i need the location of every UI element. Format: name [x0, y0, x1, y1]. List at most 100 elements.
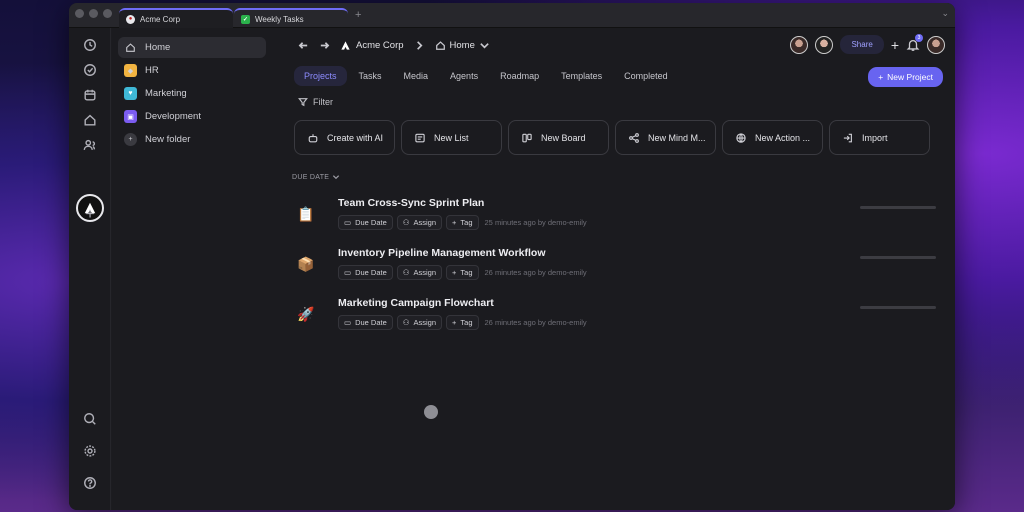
card-label: Import [862, 132, 888, 143]
plus-icon: + [452, 268, 457, 277]
due-date-chip[interactable]: ▭ Due Date [338, 215, 393, 230]
create-with-ai-card[interactable]: Create with AI [294, 120, 395, 155]
rocket-icon: 🚀 [297, 305, 315, 322]
chevron-down-icon[interactable]: ⌄ [941, 8, 949, 19]
list-item[interactable]: 📋 Team Cross-Sync Sprint Plan ▭ Due Date … [296, 196, 936, 240]
avatar[interactable] [815, 35, 834, 54]
tab-acme-corp[interactable]: ● Acme Corp [119, 8, 233, 28]
back-arrow-icon[interactable] [298, 40, 309, 51]
project-meta: 25 minutes ago by demo-emily [484, 218, 587, 227]
home-icon[interactable] [81, 111, 99, 129]
new-list-card[interactable]: New List [401, 120, 502, 155]
new-project-label: New Project [887, 72, 933, 82]
sidebar-item-hr[interactable]: ◆ HR [118, 60, 266, 81]
breadcrumb-workspace[interactable]: Acme Corp [340, 40, 404, 51]
due-date-chip[interactable]: ▭ Due Date [338, 265, 393, 280]
maximize-window-button[interactable] [103, 9, 112, 18]
sidebar-item-label: New folder [145, 134, 191, 145]
close-window-button[interactable] [75, 9, 84, 18]
search-icon[interactable] [81, 410, 99, 428]
sidebar-item-label: Marketing [145, 88, 187, 99]
group-label: DUE DATE [292, 173, 330, 181]
new-mind-map-card[interactable]: New Mind M... [615, 120, 716, 155]
project-chips: ▭ Due Date ⚇ Assign + Tag 26 minutes ago by… [338, 265, 587, 280]
app-window: ● Acme Corp ✓ Weekly Tasks + ⌄ + Home ◆ … [69, 3, 955, 510]
tag-chip[interactable]: + Tag [446, 315, 479, 330]
group-header[interactable]: DUE DATE [292, 173, 340, 181]
share-button[interactable]: Share [840, 35, 884, 54]
card-label: New Mind M... [648, 132, 706, 143]
add-button[interactable]: + [891, 37, 899, 53]
page-title: Home [449, 40, 475, 51]
list-item[interactable]: 📦 Inventory Pipeline Management Workflow… [296, 246, 936, 290]
forward-arrow-icon[interactable] [319, 40, 330, 51]
breadcrumb: Acme Corp Home [298, 40, 490, 51]
tag-chip[interactable]: + Tag [446, 215, 479, 230]
list-item[interactable]: 🚀 Marketing Campaign Flowchart ▭ Due Date… [296, 296, 936, 340]
chevron-down-icon [333, 175, 340, 180]
new-tab-button[interactable]: + [355, 9, 361, 21]
avatar[interactable] [927, 35, 945, 54]
project-title[interactable]: Marketing Campaign Flowchart [338, 297, 494, 309]
tab-tasks[interactable]: Tasks [349, 66, 392, 86]
acme-tab-icon: ● [126, 14, 135, 24]
chevron-down-icon [480, 43, 489, 49]
new-action-card[interactable]: New Action ... [722, 120, 823, 155]
calendar-icon[interactable] [81, 86, 99, 104]
home-icon [124, 41, 137, 54]
assign-chip[interactable]: ⚇ Assign [396, 215, 443, 230]
sidebar-item-marketing[interactable]: ♥ Marketing [118, 83, 266, 104]
tab-roadmap[interactable]: Roadmap [490, 66, 549, 86]
card-label: New Board [541, 132, 586, 143]
sidebar-item-development[interactable]: ▣ Development [118, 106, 266, 127]
avatar[interactable] [790, 35, 809, 54]
project-chips: ▭ Due Date ⚇ Assign + Tag 25 minutes ago by… [338, 215, 587, 230]
add-workspace-button[interactable]: + [81, 206, 99, 224]
import-card[interactable]: Import [829, 120, 930, 155]
new-board-card[interactable]: New Board [508, 120, 609, 155]
user-icon: ⚇ [402, 318, 410, 327]
globe-icon [736, 132, 746, 143]
users-icon[interactable] [81, 136, 99, 154]
import-icon [843, 133, 852, 142]
chevron-right-icon [416, 41, 423, 50]
help-icon[interactable] [81, 474, 99, 492]
mouse-cursor [424, 405, 438, 419]
clock-icon[interactable] [81, 36, 99, 54]
assign-chip[interactable]: ⚇ Assign [396, 265, 443, 280]
gear-icon[interactable] [81, 442, 99, 460]
due-date-chip[interactable]: ▭ Due Date [338, 315, 393, 330]
tab-templates[interactable]: Templates [551, 66, 612, 86]
plus-icon: + [452, 218, 457, 227]
chip-label: Assign [413, 318, 437, 327]
package-icon: 📦 [297, 255, 315, 272]
view-tabs: Projects Tasks Media Agents Roadmap Temp… [294, 66, 680, 86]
main-panel: Acme Corp Home Share + 3 Projects Tasks … [272, 28, 955, 510]
assign-chip[interactable]: ⚇ Assign [396, 315, 443, 330]
breadcrumb-page[interactable]: Home [435, 40, 490, 51]
check-circle-icon[interactable] [81, 61, 99, 79]
calendar-icon: ▭ [344, 318, 352, 327]
sidebar-item-new-folder[interactable]: + New folder [118, 129, 266, 150]
tab-agents[interactable]: Agents [440, 66, 488, 86]
header-actions: Share + 3 [790, 33, 945, 54]
progress-bar [860, 256, 936, 259]
plus-icon: + [878, 72, 884, 82]
project-title[interactable]: Team Cross-Sync Sprint Plan [338, 197, 484, 209]
tab-weekly-tasks[interactable]: ✓ Weekly Tasks [234, 8, 348, 28]
user-icon: ⚇ [402, 218, 410, 227]
tab-projects[interactable]: Projects [294, 66, 347, 86]
minimize-window-button[interactable] [89, 9, 98, 18]
tag-chip[interactable]: + Tag [446, 265, 479, 280]
filter-label: Filter [313, 97, 333, 107]
project-title[interactable]: Inventory Pipeline Management Workflow [338, 247, 546, 259]
new-project-button[interactable]: + New Project [868, 67, 943, 87]
sidebar-item-home[interactable]: Home [118, 37, 266, 58]
filter-button[interactable]: Filter [298, 97, 333, 107]
project-meta: 26 minutes ago by demo-emily [484, 318, 587, 327]
create-cards: Create with AI New List New Board New Mi… [294, 120, 930, 155]
notification-bell-icon[interactable]: 3 [906, 33, 923, 52]
project-meta: 26 minutes ago by demo-emily [484, 268, 587, 277]
tab-media[interactable]: Media [394, 66, 439, 86]
tab-completed[interactable]: Completed [614, 66, 678, 86]
